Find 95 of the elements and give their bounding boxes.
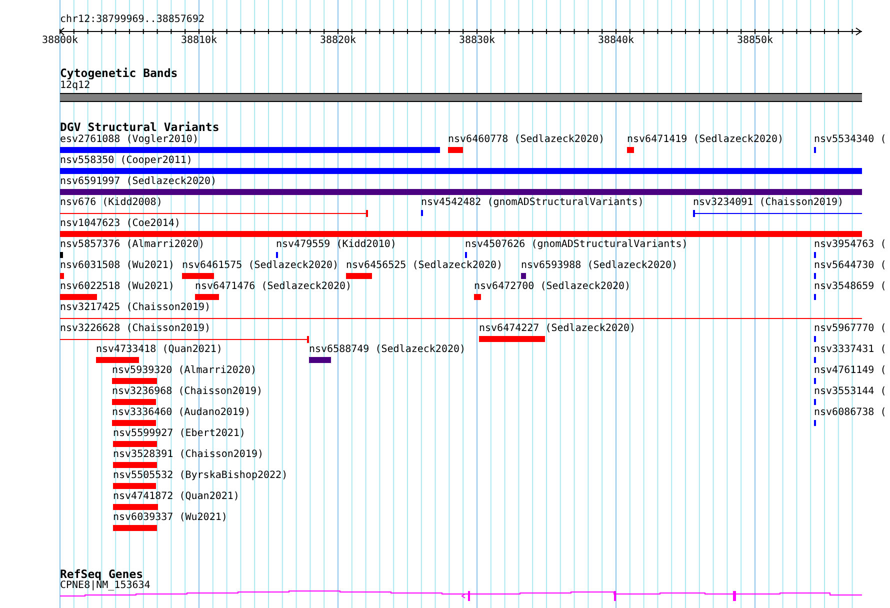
variant-label[interactable]: nsv3236968 (Chaisson2019) bbox=[112, 386, 263, 398]
variant-bar[interactable] bbox=[113, 483, 156, 489]
variant-label[interactable]: nsv3954763 ( bbox=[814, 239, 886, 251]
variant-bar[interactable] bbox=[96, 357, 139, 363]
region-label: chr12:38799969..38857692 bbox=[60, 14, 204, 26]
variant-label[interactable]: nsv6472700 (Sedlazeck2020) bbox=[474, 281, 631, 293]
track-title: DGV Structural Variants bbox=[60, 121, 220, 134]
variant-tick[interactable] bbox=[421, 210, 423, 216]
variant-tick[interactable] bbox=[276, 252, 278, 258]
variant-label[interactable]: nsv6039337 (Wu2021) bbox=[113, 512, 228, 524]
track-title: Cytogenetic Bands bbox=[60, 67, 178, 80]
variant-label[interactable]: nsv6591997 (Sedlazeck2020) bbox=[60, 176, 217, 188]
variant-tick[interactable] bbox=[814, 378, 816, 384]
variant-bar[interactable] bbox=[60, 294, 97, 300]
ruler-tick-label: 38810k bbox=[180, 35, 218, 47]
variant-label[interactable]: nsv6593988 (Sedlazeck2020) bbox=[521, 260, 678, 272]
ruler-tick-label: 38850k bbox=[736, 35, 774, 47]
track-title: RefSeq Genes bbox=[60, 568, 144, 581]
variant-label[interactable]: nsv5939320 (Almarri2020) bbox=[112, 365, 256, 377]
variant-tick[interactable] bbox=[814, 399, 816, 405]
variant-label[interactable]: nsv3553144 ( bbox=[814, 386, 886, 398]
variant-label[interactable]: nsv479559 (Kidd2010) bbox=[276, 239, 396, 251]
variant-bar[interactable] bbox=[60, 252, 63, 258]
variant-tick[interactable] bbox=[814, 294, 816, 300]
variant-bar[interactable] bbox=[60, 168, 862, 174]
variant-bar[interactable] bbox=[479, 336, 545, 342]
gene-label[interactable]: CPNE8|NM_153634 bbox=[60, 580, 150, 592]
variant-label[interactable]: nsv676 (Kidd2008) bbox=[60, 197, 162, 209]
variant-bar[interactable] bbox=[112, 378, 157, 384]
variant-bar[interactable] bbox=[60, 273, 64, 279]
variant-span[interactable] bbox=[60, 210, 368, 217]
variant-bar[interactable] bbox=[60, 147, 440, 153]
variant-label[interactable]: nsv5967770 ( bbox=[814, 323, 886, 335]
variant-span[interactable] bbox=[693, 210, 862, 217]
variant-label[interactable]: nsv558350 (Cooper2011) bbox=[60, 155, 192, 167]
variant-label[interactable]: nsv6031508 (Wu2021) bbox=[60, 260, 174, 272]
variant-bar[interactable] bbox=[346, 273, 372, 279]
variant-label[interactable]: nsv6588749 (Sedlazeck2020) bbox=[309, 344, 466, 356]
ruler-tick-label: 38820k bbox=[318, 35, 358, 47]
variant-bar[interactable] bbox=[113, 525, 157, 531]
variant-label[interactable]: nsv3548659 ( bbox=[814, 281, 886, 293]
variant-label[interactable]: nsv5857376 (Almarri2020) bbox=[60, 239, 204, 251]
variant-label[interactable]: nsv6022518 (Wu2021) bbox=[60, 281, 174, 293]
variant-bar[interactable] bbox=[309, 357, 331, 363]
variant-label[interactable]: nsv4733418 (Quan2021) bbox=[96, 344, 222, 356]
variant-label[interactable]: nsv4761149 ( bbox=[814, 365, 886, 377]
variant-tick[interactable] bbox=[814, 252, 816, 258]
variant-label[interactable]: nsv6474227 (Sedlazeck2020) bbox=[479, 323, 636, 335]
variant-span[interactable] bbox=[60, 315, 862, 322]
variant-label[interactable]: nsv1047623 (Coe2014) bbox=[60, 218, 180, 230]
variant-bar[interactable] bbox=[474, 294, 481, 300]
variant-tick[interactable] bbox=[814, 273, 816, 279]
variant-bar[interactable] bbox=[60, 189, 862, 195]
variant-label[interactable]: nsv3336460 (Audano2019) bbox=[112, 407, 250, 419]
variant-bar[interactable] bbox=[182, 273, 214, 279]
variant-label[interactable]: nsv4741872 (Quan2021) bbox=[113, 491, 240, 503]
variant-label[interactable]: nsv5599927 (Ebert2021) bbox=[113, 428, 246, 440]
variant-label[interactable]: nsv6460778 (Sedlazeck2020) bbox=[448, 134, 605, 146]
variant-bar[interactable] bbox=[521, 273, 526, 279]
variant-span[interactable] bbox=[60, 336, 309, 343]
variant-bar[interactable] bbox=[60, 231, 862, 237]
variant-bar[interactable] bbox=[627, 147, 634, 153]
variant-tick[interactable] bbox=[814, 420, 816, 426]
variant-bar[interactable] bbox=[195, 294, 219, 300]
variant-label[interactable]: nsv4542482 (gnomADStructuralVariants) bbox=[421, 197, 644, 209]
variant-tick[interactable] bbox=[814, 336, 816, 342]
variant-label[interactable]: nsv6471476 (Sedlazeck2020) bbox=[195, 281, 352, 293]
variant-label[interactable]: nsv5505532 (ByrskaBishop2022) bbox=[113, 470, 288, 482]
variant-label[interactable]: nsv6461575 (Sedlazeck2020) bbox=[182, 260, 339, 272]
variant-label[interactable]: nsv5644730 ( bbox=[814, 260, 886, 272]
variant-tick[interactable] bbox=[465, 252, 467, 258]
variant-label[interactable]: nsv6471419 (Sedlazeck2020) bbox=[627, 134, 784, 146]
variant-label[interactable]: nsv3337431 ( bbox=[814, 344, 886, 356]
ruler-tick-label: 38800k bbox=[40, 35, 80, 47]
variant-label[interactable]: nsv5534340 ( bbox=[814, 134, 886, 146]
ruler-tick-label: 38830k bbox=[458, 35, 496, 47]
gene-drawing[interactable] bbox=[60, 590, 862, 601]
variant-bar[interactable] bbox=[448, 147, 463, 153]
variant-bar[interactable] bbox=[113, 462, 157, 468]
variant-label[interactable]: nsv6086738 ( bbox=[814, 407, 886, 419]
variant-label[interactable]: nsv6456525 (Sedlazeck2020) bbox=[346, 260, 503, 272]
variant-tick[interactable] bbox=[814, 357, 816, 363]
variant-label[interactable]: nsv3226628 (Chaisson2019) bbox=[60, 323, 211, 335]
variant-bar[interactable] bbox=[112, 420, 156, 426]
variant-label[interactable]: nsv3528391 (Chaisson2019) bbox=[113, 449, 264, 461]
variant-label[interactable]: esv2761088 (Vogler2010) bbox=[60, 134, 198, 146]
variant-bar[interactable] bbox=[113, 504, 158, 510]
ruler-tick-label: 38840k bbox=[596, 35, 636, 47]
variant-label[interactable]: nsv4507626 (gnomADStructuralVariants) bbox=[465, 239, 688, 251]
band-label: 12q12 bbox=[60, 80, 90, 92]
variant-label[interactable]: nsv3217425 (Chaisson2019) bbox=[60, 302, 211, 314]
variant-bar[interactable] bbox=[113, 441, 157, 447]
variant-label[interactable]: nsv3234091 (Chaisson2019) bbox=[693, 197, 844, 209]
variant-tick[interactable] bbox=[814, 147, 816, 153]
variant-bar[interactable] bbox=[112, 399, 156, 405]
